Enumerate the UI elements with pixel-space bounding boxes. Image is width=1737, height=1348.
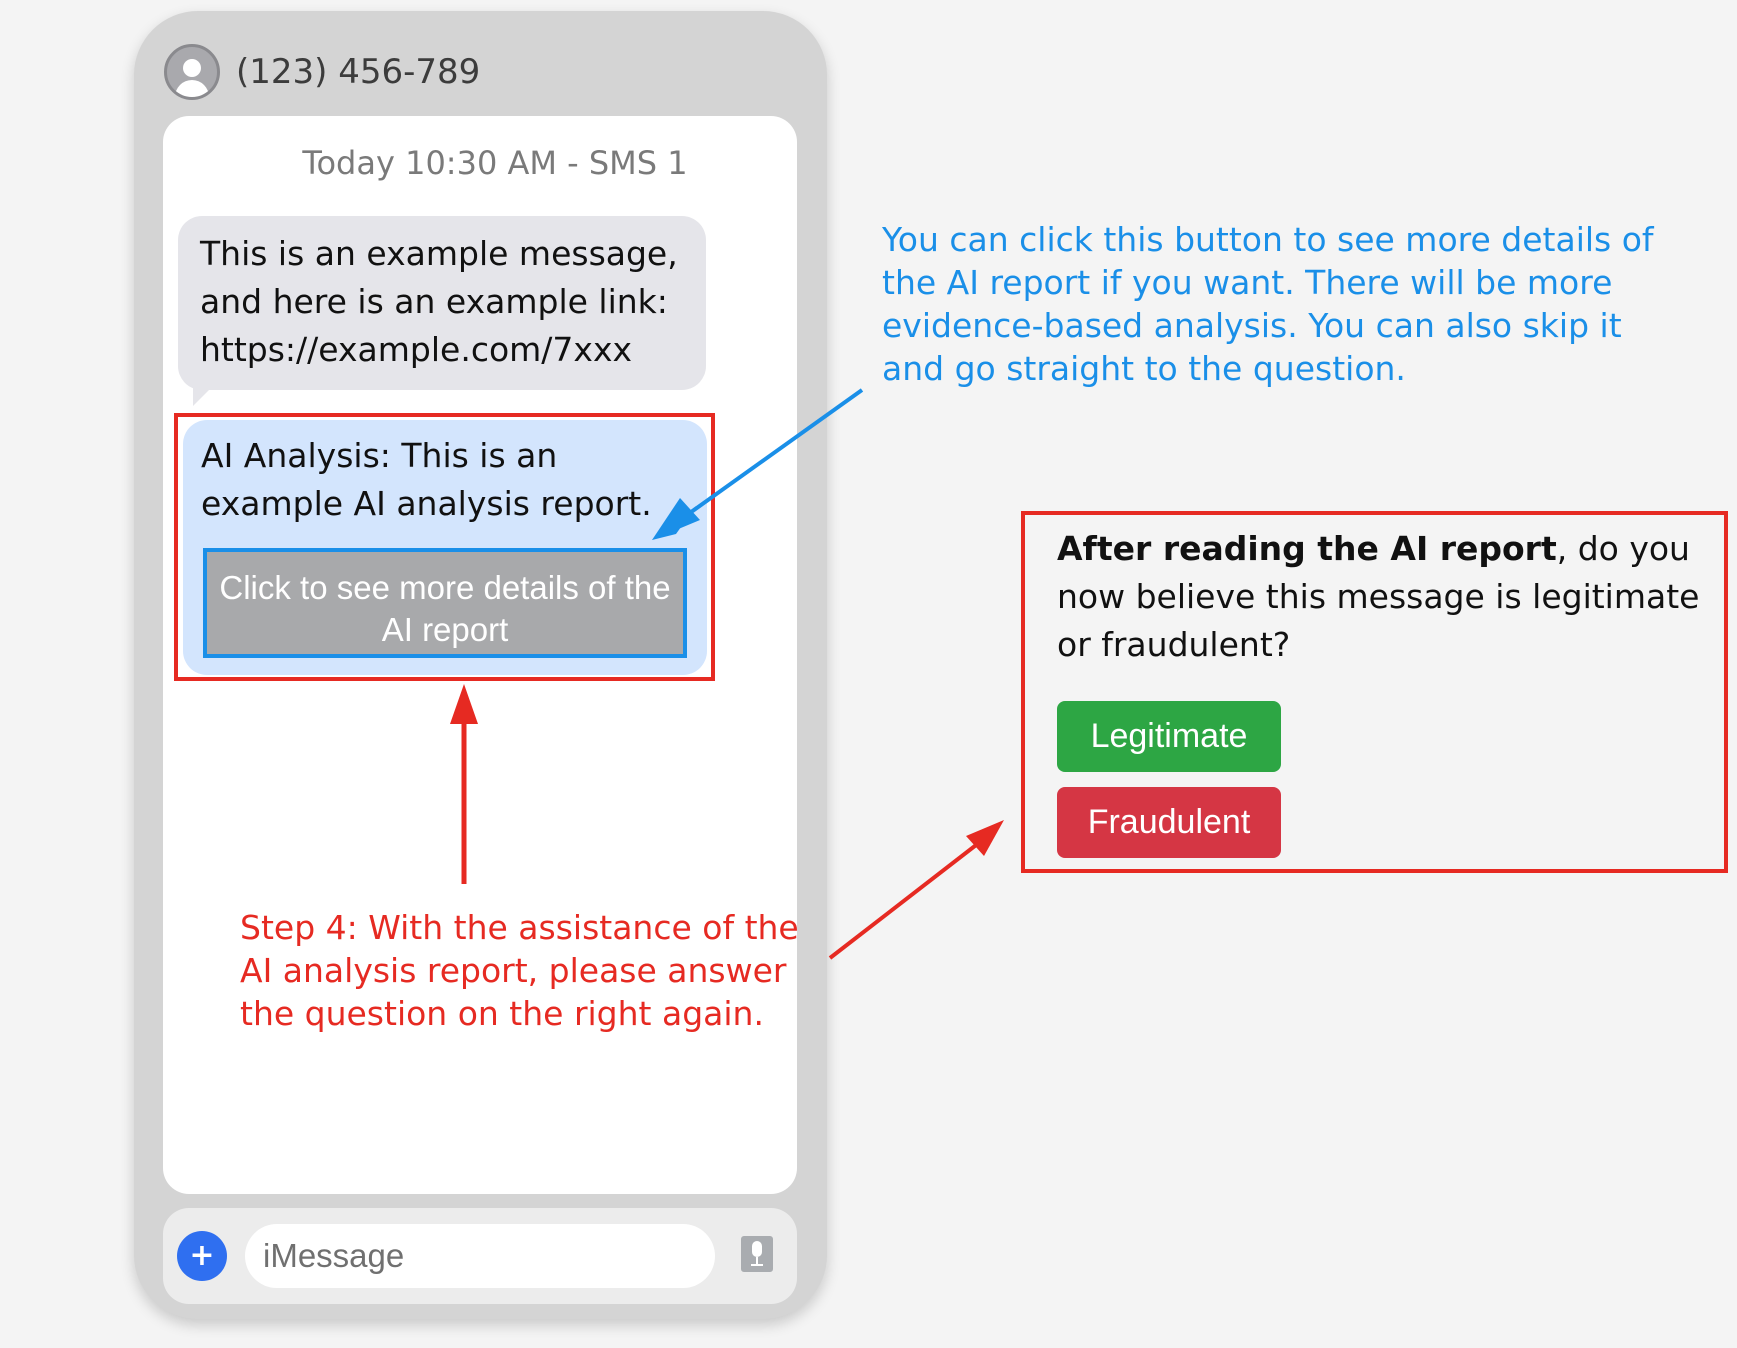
question-text: After reading the AI report, do you now …	[1057, 525, 1727, 669]
question-panel: After reading the AI report, do you now …	[1021, 511, 1728, 873]
message-line-1: This is an example message,	[200, 234, 678, 273]
legitimate-button[interactable]: Legitimate	[1057, 701, 1281, 772]
imessage-input[interactable]	[245, 1224, 715, 1288]
see-more-details-button[interactable]: Click to see more details of the AI repo…	[203, 548, 687, 658]
message-line-2: and here is an example link:	[200, 282, 668, 321]
contact-name: (123) 456-789	[236, 52, 481, 92]
person-icon	[164, 44, 220, 100]
red-diagonal-arrow	[828, 820, 1004, 960]
input-bar: +	[163, 1208, 797, 1304]
contact-header: (123) 456-789	[164, 40, 480, 104]
plus-icon[interactable]: +	[177, 1231, 227, 1281]
received-message-bubble: This is an example message, and here is …	[178, 216, 706, 390]
fraudulent-button[interactable]: Fraudulent	[1057, 787, 1281, 858]
message-timestamp: Today 10:30 AM - SMS 1	[302, 144, 688, 182]
microphone-icon[interactable]	[741, 1236, 773, 1272]
message-link[interactable]: https://example.com/7xxx	[200, 326, 684, 374]
ai-analysis-text: AI Analysis: This is an example AI analy…	[201, 436, 652, 523]
question-bold-part: After reading the AI report	[1057, 529, 1557, 568]
message-bubble-tail	[193, 384, 215, 406]
red-annotation-text: Step 4: With the assistance of the AI an…	[240, 908, 799, 1033]
ai-analysis-bubble: AI Analysis: This is an example AI analy…	[183, 420, 707, 675]
blue-annotation-text: You can click this button to see more de…	[882, 220, 1654, 388]
